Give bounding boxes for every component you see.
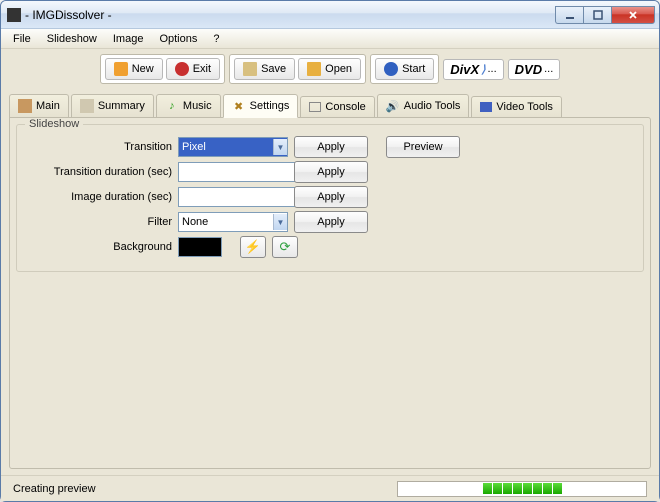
app-window: - IMGDissolver - File Slideshow Image Op… — [0, 0, 660, 502]
chevron-down-icon: ▼ — [273, 139, 287, 155]
open-button[interactable]: Open — [298, 58, 361, 80]
settings-icon: ✖ — [232, 99, 246, 113]
minimize-button[interactable] — [555, 6, 583, 24]
filter-apply-button[interactable]: Apply — [294, 211, 368, 233]
tab-main[interactable]: Main — [9, 94, 69, 117]
tab-audio-tools[interactable]: 🔊Audio Tools — [377, 94, 470, 117]
filter-label: Filter — [27, 216, 172, 228]
background-color-swatch[interactable] — [178, 237, 222, 257]
status-text: Creating preview — [13, 483, 385, 495]
play-icon — [384, 62, 398, 76]
close-button[interactable] — [611, 6, 655, 24]
transition-duration-apply-button[interactable]: Apply — [294, 161, 368, 183]
chevron-down-icon: ▼ — [273, 214, 287, 230]
menu-slideshow[interactable]: Slideshow — [39, 31, 105, 47]
new-button[interactable]: New — [105, 58, 163, 80]
preview-button[interactable]: Preview — [386, 136, 460, 158]
background-action2-button[interactable]: ⟳ — [272, 236, 298, 258]
progress-bar — [397, 481, 647, 497]
transition-duration-label: Transition duration (sec) — [27, 166, 172, 178]
tab-summary[interactable]: Summary — [71, 94, 154, 117]
lightning-icon: ⚡ — [245, 239, 261, 255]
content-panel: Slideshow Transition Pixel▼ Apply Previe… — [9, 117, 651, 469]
menu-options[interactable]: Options — [151, 31, 205, 47]
transition-label: Transition — [27, 141, 172, 153]
music-icon: ♪ — [165, 99, 179, 113]
video-tools-icon — [480, 102, 492, 112]
exit-button[interactable]: Exit — [166, 58, 220, 80]
image-duration-label: Image duration (sec) — [27, 191, 172, 203]
open-icon — [307, 62, 321, 76]
background-action1-button[interactable]: ⚡ — [240, 236, 266, 258]
start-button[interactable]: Start — [375, 58, 434, 80]
menu-help[interactable]: ? — [205, 31, 227, 47]
new-icon — [114, 62, 128, 76]
image-duration-apply-button[interactable]: Apply — [294, 186, 368, 208]
app-icon — [7, 8, 21, 22]
background-label: Background — [27, 241, 172, 253]
save-button[interactable]: Save — [234, 58, 295, 80]
slideshow-fieldset: Slideshow Transition Pixel▼ Apply Previe… — [16, 124, 644, 272]
divx-button[interactable]: DivX⟩... — [443, 59, 503, 80]
tab-music[interactable]: ♪Music — [156, 94, 221, 117]
image-duration-input[interactable]: ▲▼ — [178, 187, 288, 208]
transition-duration-input[interactable]: ▲▼ — [178, 162, 288, 183]
window-title: - IMGDissolver - — [25, 8, 555, 22]
titlebar[interactable]: - IMGDissolver - — [1, 1, 659, 29]
save-icon — [243, 62, 257, 76]
menubar: File Slideshow Image Options ? — [1, 29, 659, 49]
statusbar: Creating preview — [1, 475, 659, 501]
transition-select[interactable]: Pixel▼ — [178, 137, 288, 157]
dvd-button[interactable]: DVD... — [508, 59, 561, 80]
menu-image[interactable]: Image — [105, 31, 152, 47]
summary-icon — [80, 99, 94, 113]
menu-file[interactable]: File — [5, 31, 39, 47]
tab-video-tools[interactable]: Video Tools — [471, 96, 561, 117]
toolbar: New Exit Save Open Start DivX⟩... DVD... — [1, 49, 659, 89]
tab-console[interactable]: Console — [300, 96, 374, 117]
refresh-icon: ⟳ — [280, 239, 291, 255]
maximize-button[interactable] — [583, 6, 611, 24]
audio-tools-icon: 🔊 — [386, 99, 400, 113]
transition-apply-button[interactable]: Apply — [294, 136, 368, 158]
exit-icon — [175, 62, 189, 76]
tabbar: Main Summary ♪Music ✖Settings Console 🔊A… — [1, 89, 659, 117]
console-icon — [309, 102, 321, 112]
tab-settings[interactable]: ✖Settings — [223, 94, 299, 118]
fieldset-legend: Slideshow — [25, 118, 83, 130]
filter-select[interactable]: None▼ — [178, 212, 288, 232]
main-icon — [18, 99, 32, 113]
